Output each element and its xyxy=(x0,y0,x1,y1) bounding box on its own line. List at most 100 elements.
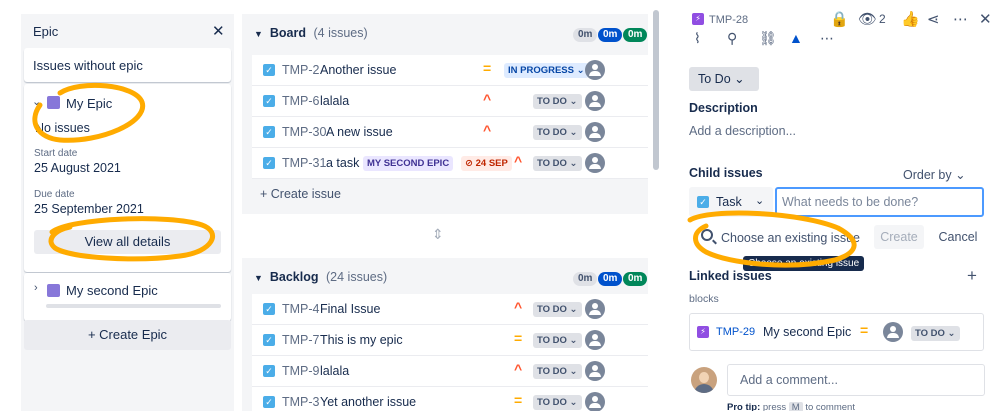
issue-row[interactable]: ✓ TMP-4 Final Issue ^ TO DO ⌄ xyxy=(252,294,648,325)
backlog-header[interactable]: ▼ Backlog (24 issues) xyxy=(254,270,387,284)
status-dropdown[interactable]: TO DO ⌄ xyxy=(533,94,582,109)
assignee-avatar[interactable] xyxy=(585,361,605,381)
collapse-icon[interactable]: ▼ xyxy=(254,29,263,39)
assignee-avatar[interactable] xyxy=(883,322,903,342)
priority-high-icon: ^ xyxy=(483,122,492,138)
child-issue-icon[interactable]: ⚲ xyxy=(727,30,737,47)
more-icon[interactable]: ⋯ xyxy=(953,10,968,28)
epic-type-icon: ⚡ xyxy=(697,326,709,338)
assignee-avatar[interactable] xyxy=(585,299,605,319)
status-dropdown[interactable]: TO DO ⌄ xyxy=(533,364,582,379)
status-dropdown[interactable]: TO DO ⌄ xyxy=(533,156,582,171)
assignee-avatar[interactable] xyxy=(585,392,605,411)
issue-key[interactable]: TMP-9 xyxy=(282,364,320,378)
task-icon: ✓ xyxy=(263,64,275,76)
due-date-label: Due date xyxy=(34,189,75,200)
issue-key[interactable]: TMP-30 xyxy=(282,125,326,139)
assignee-avatar[interactable] xyxy=(585,60,605,80)
scrollbar[interactable] xyxy=(653,10,659,170)
view-all-details-button[interactable]: View all details xyxy=(34,230,221,254)
attach-icon[interactable]: ⌇ xyxy=(694,30,701,47)
issue-type-label: Task xyxy=(716,195,742,209)
issue-row[interactable]: ✓ TMP-9 lalala ^ TO DO ⌄ xyxy=(252,356,648,387)
linked-issue-summary: My second Epic xyxy=(763,325,852,339)
issue-key[interactable]: TMP-6 xyxy=(282,94,320,108)
order-by-dropdown[interactable]: Order by ⌄ xyxy=(903,167,966,182)
issue-row[interactable]: ✓ TMP-6 lalala ^ TO DO ⌄ xyxy=(252,86,648,117)
create-issue-button[interactable]: + Create issue xyxy=(260,187,341,201)
issue-key[interactable]: TMP-31 xyxy=(282,156,326,170)
task-icon: ✓ xyxy=(263,334,275,346)
epic-color-swatch xyxy=(47,284,60,297)
jira-screen: Epic ✕ Issues without epic ⌄ My Epic No … xyxy=(0,0,999,411)
status-dropdown[interactable]: TO DO ⌄ xyxy=(533,395,582,410)
priority-medium-icon: = xyxy=(483,60,492,76)
task-icon: ✓ xyxy=(263,157,275,169)
issue-type-select[interactable]: ✓ Task ⌄ xyxy=(689,187,773,217)
issue-row[interactable]: ✓ TMP-7 This is my epic = TO DO ⌄ xyxy=(252,325,648,356)
linked-issue-key[interactable]: TMP-29 xyxy=(716,326,755,338)
app-icon[interactable]: ▲ xyxy=(789,30,803,46)
issues-without-epic[interactable]: Issues without epic xyxy=(24,48,231,82)
status-dropdown[interactable]: TO DO ⌄ xyxy=(533,333,582,348)
assignee-avatar[interactable] xyxy=(585,153,605,173)
issue-row[interactable]: ✓ TMP-31 a task MY SECOND EPIC ⊘ 24 SEP … xyxy=(252,148,648,179)
share-icon[interactable]: ⋖ xyxy=(927,10,940,28)
estimate-inprogress-pill: 0m xyxy=(598,272,623,286)
cancel-button[interactable]: Cancel xyxy=(934,225,982,249)
create-epic-button[interactable]: + Create Epic xyxy=(24,320,231,350)
lock-icon[interactable]: 🔒 xyxy=(830,10,849,28)
status-button[interactable]: To Do ⌄ xyxy=(689,67,759,91)
comment-input[interactable] xyxy=(740,373,970,387)
close-icon[interactable]: ✕ xyxy=(979,10,992,28)
linked-issues-heading: Linked issues xyxy=(689,269,772,283)
create-button[interactable]: Create xyxy=(874,225,924,249)
chevron-right-icon[interactable]: › xyxy=(34,282,38,294)
priority-medium-icon: = xyxy=(514,330,523,346)
chevron-down-icon: ⌄ xyxy=(755,195,765,207)
status-dropdown[interactable]: TO DO ⌄ xyxy=(533,302,582,317)
no-issues-text: No issues xyxy=(35,121,90,135)
due-date-value: 25 September 2021 xyxy=(34,202,144,216)
collapse-icon[interactable]: ▼ xyxy=(254,273,263,283)
board-header[interactable]: ▼ Board (4 issues) xyxy=(254,26,368,40)
epic-card-my-epic[interactable]: ⌄ My Epic No issues Start date 25 August… xyxy=(24,84,231,272)
user-avatar xyxy=(691,367,717,393)
child-issue-input[interactable] xyxy=(782,195,977,209)
estimate-todo-pill: 0m xyxy=(573,272,598,286)
add-link-icon[interactable]: + xyxy=(967,266,977,286)
more-icon[interactable]: ⋯ xyxy=(820,30,834,47)
issue-key-link[interactable]: TMP-28 xyxy=(709,14,748,26)
issue-key[interactable]: TMP-3 xyxy=(282,395,320,409)
status-dropdown[interactable]: IN PROGRESS ⌄ xyxy=(504,63,589,78)
chevron-down-icon[interactable]: ⌄ xyxy=(32,95,41,108)
epic-lozenge[interactable]: MY SECOND EPIC xyxy=(363,156,454,171)
drag-handle-icon[interactable]: ⇕ xyxy=(432,226,444,243)
description-placeholder[interactable]: Add a description... xyxy=(689,124,796,138)
linked-issue-card[interactable]: ⚡ TMP-29 My second Epic = TO DO ⌄ xyxy=(689,313,984,351)
start-date-label: Start date xyxy=(34,148,78,159)
assignee-avatar[interactable] xyxy=(585,91,605,111)
task-icon: ✓ xyxy=(263,365,275,377)
child-issues-heading: Child issues xyxy=(689,166,763,180)
assignee-avatar[interactable] xyxy=(585,330,605,350)
issue-key[interactable]: TMP-4 xyxy=(282,302,320,316)
issue-row[interactable]: ✓ TMP-2 Another issue = IN PROGRESS ⌄ xyxy=(252,55,648,86)
assignee-avatar[interactable] xyxy=(585,122,605,142)
epic-name: My Epic xyxy=(66,96,113,111)
board-section: ▼ Board (4 issues) 0m 0m 0m ✓ TMP-2 Anot… xyxy=(242,14,648,214)
issue-key[interactable]: TMP-7 xyxy=(282,333,320,347)
issue-row[interactable]: ✓ TMP-30 A new issue ^ TO DO ⌄ xyxy=(252,117,648,148)
close-icon[interactable]: ✕ xyxy=(212,22,225,40)
status-dropdown[interactable]: TO DO ⌄ xyxy=(533,125,582,140)
watch-icon[interactable]: 👁 xyxy=(858,10,877,28)
issue-row[interactable]: ✓ TMP-3 Yet another issue = TO DO ⌄ xyxy=(252,387,648,411)
link-icon[interactable]: ⛓ xyxy=(759,30,777,47)
epic-card-second-epic[interactable]: › My second Epic xyxy=(24,273,231,321)
issue-key[interactable]: TMP-2 xyxy=(282,63,320,77)
choose-existing-issue-button[interactable]: Choose an existing issue xyxy=(721,231,860,245)
status-dropdown[interactable]: TO DO ⌄ xyxy=(911,326,960,341)
issue-summary: Another issue xyxy=(320,63,397,77)
epic-color-swatch xyxy=(47,96,60,109)
like-icon[interactable]: 👍 xyxy=(901,10,920,28)
